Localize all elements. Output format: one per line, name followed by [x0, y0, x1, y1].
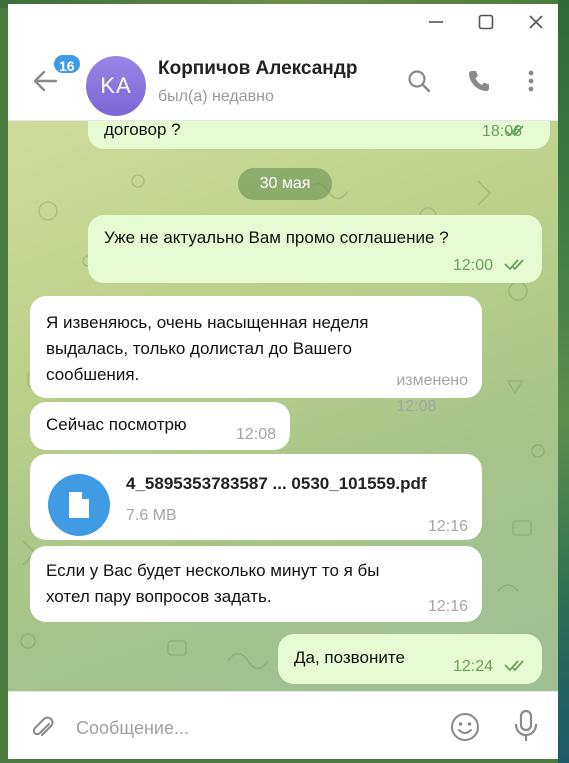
- more-vertical-icon[interactable]: [518, 68, 544, 94]
- chat-header: 16 KA Корпичов Александр был(а) недавно: [8, 40, 558, 121]
- message-bubble-incoming[interactable]: Я извеняюсь, очень насыщенная неделя выд…: [30, 296, 482, 415]
- unread-count-badge: 16: [52, 53, 82, 75]
- message-text-line: выдалась, только долистал до Вашего: [46, 339, 352, 358]
- message-bubble-incoming[interactable]: Сейчас посмотрю 12:08: [30, 402, 290, 450]
- message-time: 12:24: [452, 658, 493, 675]
- message-time: 12:00: [452, 257, 493, 274]
- message-text: Уже не актуально Вам промо соглашение ?: [104, 228, 449, 247]
- file-size: 7.6 MB: [126, 507, 177, 524]
- date-separator: 30 мая: [238, 168, 332, 200]
- message-time: 12:08: [235, 426, 276, 443]
- message-text-line: сообшения.: [46, 365, 140, 384]
- message-bubble-outgoing[interactable]: договор ? 18:06: [88, 121, 550, 149]
- message-text: Да, позвоните: [294, 648, 405, 667]
- message-text-line: Я извеняюсь, очень насыщенная неделя: [46, 313, 369, 332]
- read-check-icon: [504, 123, 530, 137]
- avatar[interactable]: KA: [86, 56, 146, 116]
- desktop-wallpaper-edge: [558, 0, 569, 763]
- message-bubble-outgoing[interactable]: Уже не актуально Вам промо соглашение ? …: [88, 215, 542, 283]
- attach-icon[interactable]: [28, 712, 56, 740]
- phone-icon[interactable]: [466, 68, 492, 94]
- window-titlebar: [8, 4, 558, 40]
- read-check-icon: [504, 257, 530, 271]
- message-bubble-file[interactable]: 4_5895353783587 ... 0530_101559.pdf 7.6 …: [30, 454, 482, 540]
- contact-name[interactable]: Корпичов Александр: [158, 58, 357, 80]
- read-check-icon: [504, 658, 530, 672]
- message-time: изменено 12:08: [396, 372, 468, 415]
- telegram-window: 16 KA Корпичов Александр был(а) недавно: [8, 4, 558, 759]
- contact-status: был(а) недавно: [158, 88, 274, 105]
- maximize-icon[interactable]: [476, 12, 496, 32]
- message-list[interactable]: договор ? 18:06 30 мая Уже не актуально …: [8, 121, 558, 691]
- search-icon[interactable]: [406, 68, 432, 94]
- message-bubble-outgoing[interactable]: Да, позвоните 12:24: [278, 634, 542, 684]
- message-text: договор ?: [104, 121, 181, 139]
- close-icon[interactable]: [526, 12, 546, 32]
- message-time: 12:16: [427, 518, 468, 535]
- message-bubble-incoming[interactable]: Если у Вас будет несколько минут то я бы…: [30, 546, 482, 622]
- microphone-icon[interactable]: [513, 709, 539, 743]
- emoji-icon[interactable]: [449, 711, 481, 743]
- message-input[interactable]: [74, 712, 428, 744]
- message-composer: [8, 691, 558, 759]
- message-text-line: Если у Вас будет несколько минут то я бы: [46, 561, 380, 580]
- message-text: Сейчас посмотрю: [46, 415, 187, 434]
- message-time: 12:16: [427, 598, 468, 615]
- minimize-icon[interactable]: [426, 12, 446, 32]
- file-name[interactable]: 4_5895353783587 ... 0530_101559.pdf: [126, 471, 427, 497]
- file-icon[interactable]: [48, 474, 110, 536]
- message-text-line: хотел пару вопросов задать.: [46, 587, 272, 606]
